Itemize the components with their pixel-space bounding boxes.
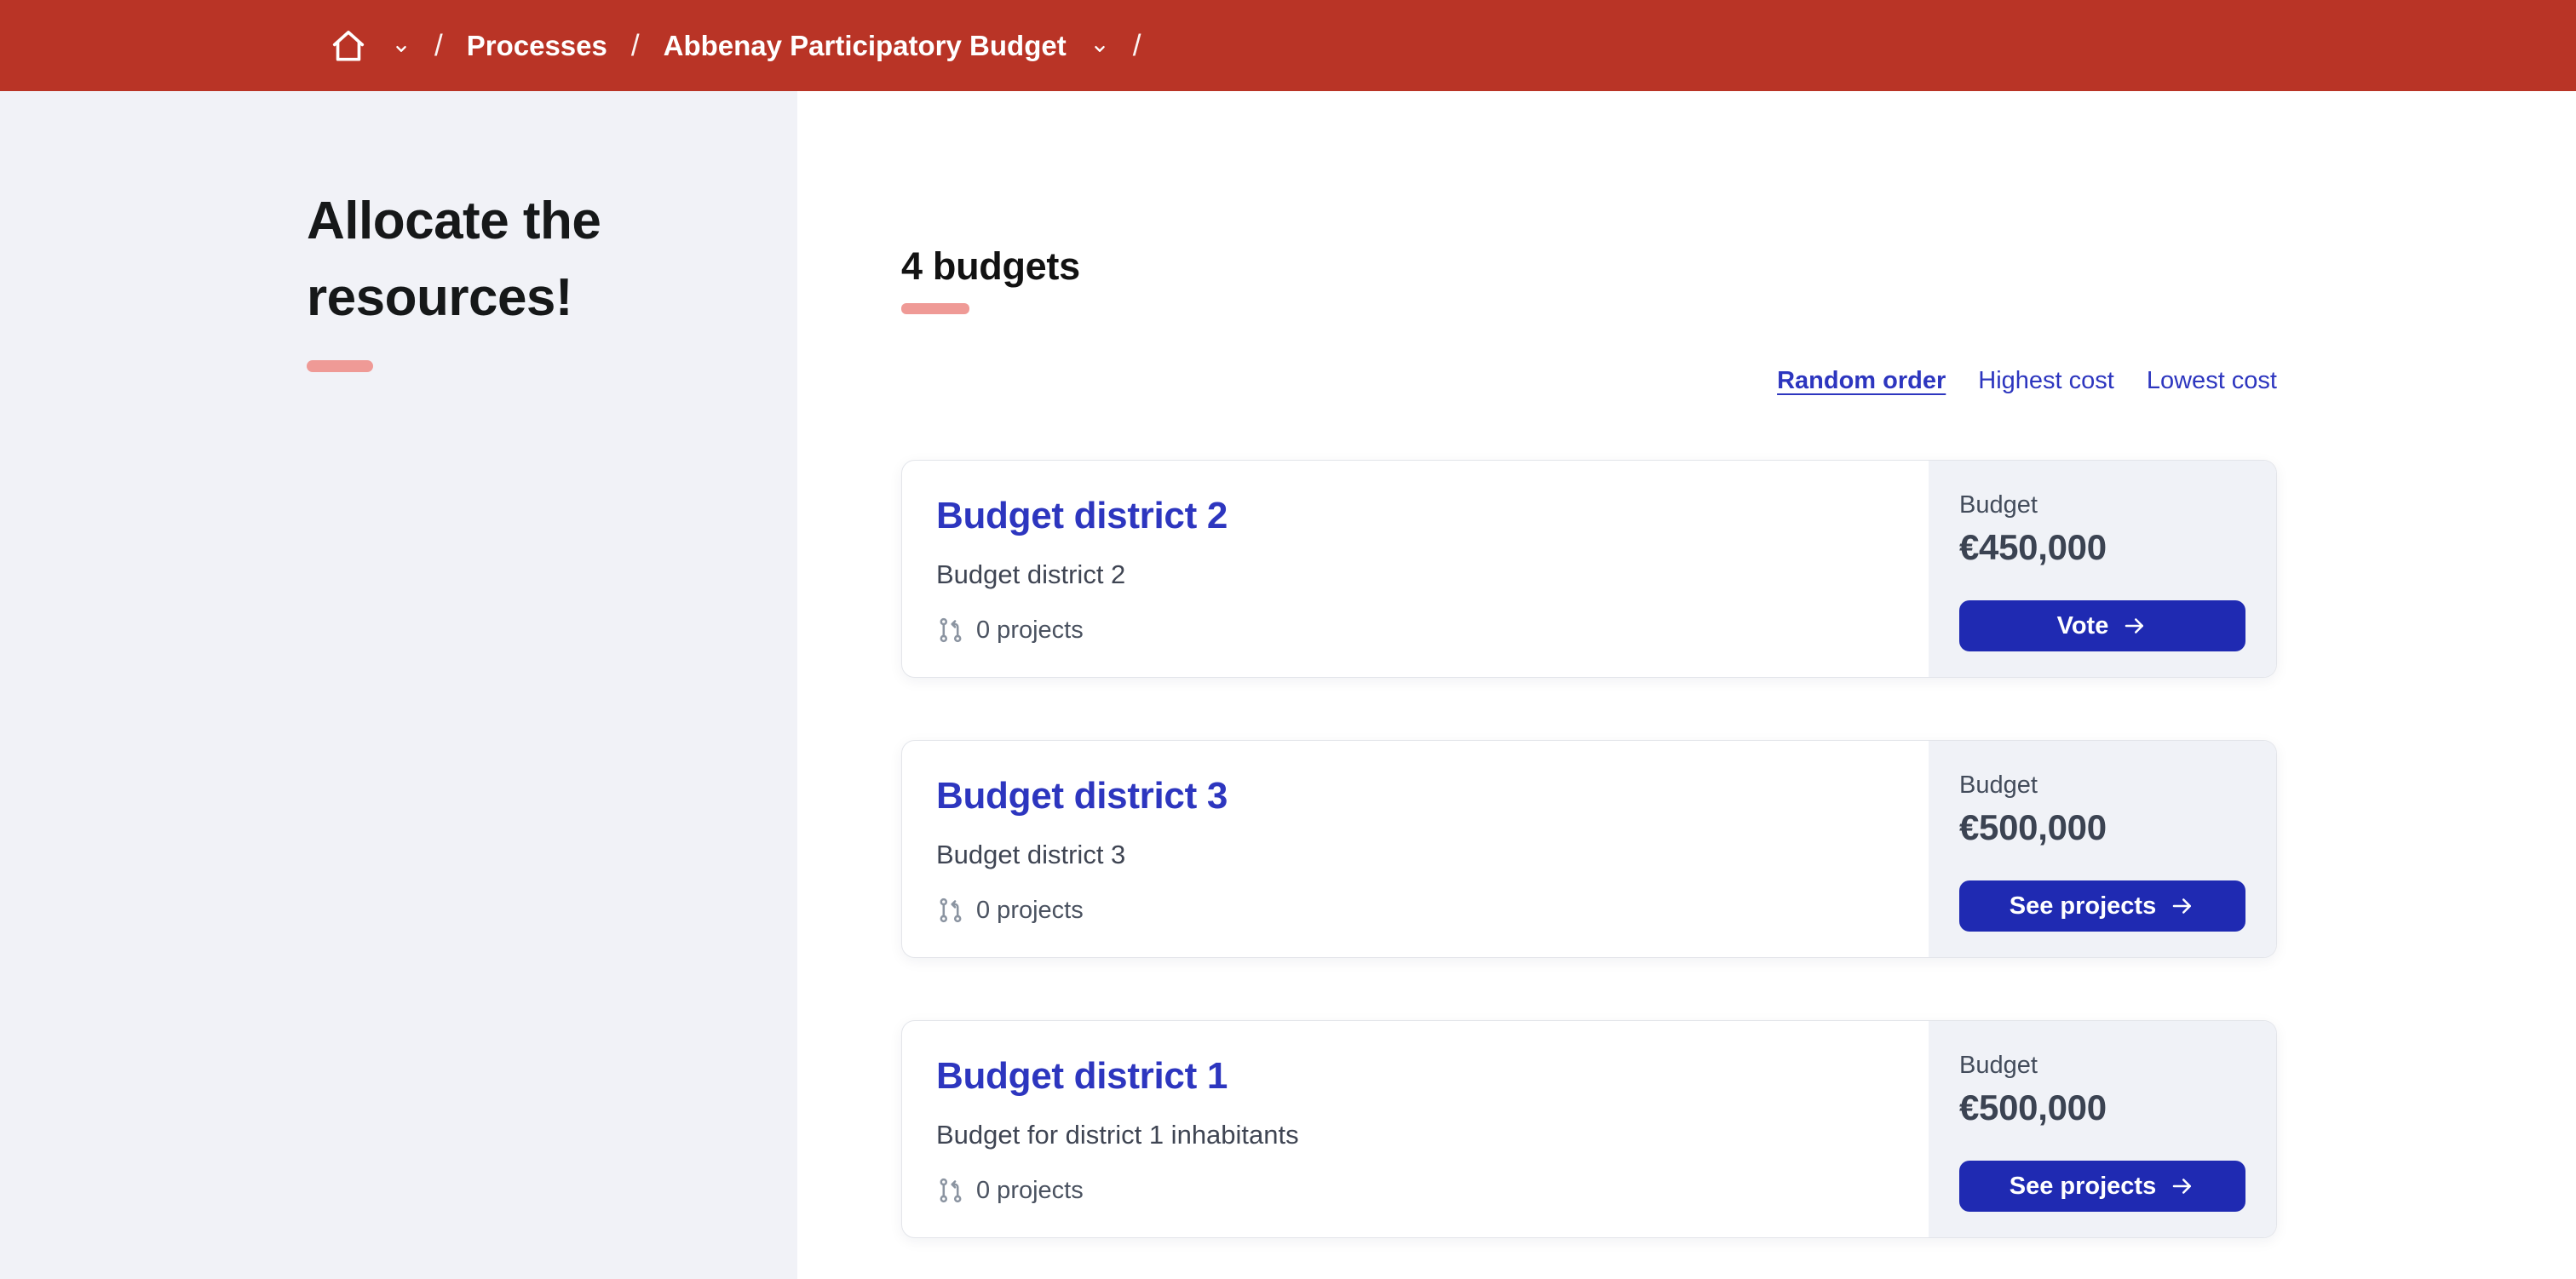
title-accent-bar	[307, 359, 373, 372]
order-lowest-cost-link[interactable]: Lowest cost	[2147, 367, 2277, 395]
process-sidebar: Allocate the resources!	[0, 91, 797, 1279]
breadcrumb: / Processes / Abbenay Participatory Budg…	[0, 0, 2576, 91]
budget-amount: €500,000	[1959, 807, 2107, 847]
budget-projects-count: 0 projects	[936, 616, 1895, 645]
projects-count-label: 0 projects	[976, 1176, 1084, 1204]
budget-title-link[interactable]: Budget district 3	[936, 775, 1228, 817]
process-dropdown-chevron-icon[interactable]	[1090, 39, 1109, 58]
budget-description: Budget district 2	[936, 559, 1126, 589]
budget-card-body: Budget district 3 Budget district 3 0 pr…	[902, 741, 1929, 957]
budget-amount: €500,000	[1959, 1087, 2107, 1127]
vote-button[interactable]: Vote	[1959, 600, 2245, 651]
budget-card: Budget district 2 Budget district 2 0 pr…	[901, 460, 2277, 678]
git-pull-request-icon	[936, 896, 965, 925]
budget-card-aside: Budget €500,000 See projects	[1929, 741, 2276, 957]
arrow-right-icon	[2170, 893, 2195, 919]
see-projects-button[interactable]: See projects	[1959, 880, 2245, 932]
budget-title-link[interactable]: Budget district 1	[936, 1055, 1228, 1098]
git-pull-request-icon	[936, 616, 965, 645]
budgets-main: 4 budgets Random order Highest cost Lowe…	[797, 91, 2576, 1279]
budget-card-list: Budget district 2 Budget district 2 0 pr…	[901, 460, 2277, 1238]
heading-accent-bar	[901, 303, 969, 314]
home-icon	[329, 26, 368, 66]
budget-card-aside: Budget €500,000 See projects	[1929, 1021, 2276, 1237]
arrow-right-icon	[2170, 1173, 2195, 1199]
breadcrumb-separator: /	[1132, 28, 1141, 62]
vote-button-label: Vote	[2056, 611, 2109, 640]
budget-card: Budget district 1 Budget for district 1 …	[901, 1020, 2277, 1238]
budget-label: Budget	[1959, 491, 2038, 519]
budget-amount: €450,000	[1959, 527, 2107, 567]
projects-count-label: 0 projects	[976, 896, 1084, 924]
budget-projects-count: 0 projects	[936, 896, 1895, 925]
order-random-link[interactable]: Random order	[1777, 367, 1946, 395]
budget-label: Budget	[1959, 771, 2038, 799]
component-title: Allocate the resources!	[307, 192, 601, 327]
budget-description: Budget for district 1 inhabitants	[936, 1120, 1299, 1150]
budget-title-link[interactable]: Budget district 2	[936, 495, 1228, 537]
breadcrumb-process-link[interactable]: Abbenay Participatory Budget	[664, 30, 1067, 62]
budgets-count-heading: 4 budgets	[901, 244, 1080, 288]
order-by-row: Random order Highest cost Lowest cost	[901, 367, 2277, 395]
breadcrumb-separator: /	[434, 28, 443, 62]
see-projects-button-label: See projects	[2009, 1172, 2157, 1200]
breadcrumb-separator: /	[630, 28, 640, 62]
budget-label: Budget	[1959, 1052, 2038, 1079]
page-body: Allocate the resources! 4 budgets Random…	[0, 91, 2576, 1279]
budget-description: Budget district 3	[936, 840, 1126, 869]
arrow-right-icon	[2122, 613, 2148, 639]
see-projects-button-label: See projects	[2009, 892, 2157, 920]
budget-card: Budget district 3 Budget district 3 0 pr…	[901, 740, 2277, 958]
breadcrumb-processes-link[interactable]: Processes	[467, 30, 607, 62]
budget-card-body: Budget district 2 Budget district 2 0 pr…	[902, 461, 1929, 677]
budget-card-body: Budget district 1 Budget for district 1 …	[902, 1021, 1929, 1237]
home-dropdown-chevron-icon[interactable]	[392, 39, 411, 58]
budget-projects-count: 0 projects	[936, 1176, 1895, 1205]
budget-card-aside: Budget €450,000 Vote	[1929, 461, 2276, 677]
see-projects-button[interactable]: See projects	[1959, 1161, 2245, 1212]
projects-count-label: 0 projects	[976, 616, 1084, 644]
order-highest-cost-link[interactable]: Highest cost	[1978, 367, 2114, 395]
git-pull-request-icon	[936, 1176, 965, 1205]
home-link[interactable]	[329, 26, 368, 66]
